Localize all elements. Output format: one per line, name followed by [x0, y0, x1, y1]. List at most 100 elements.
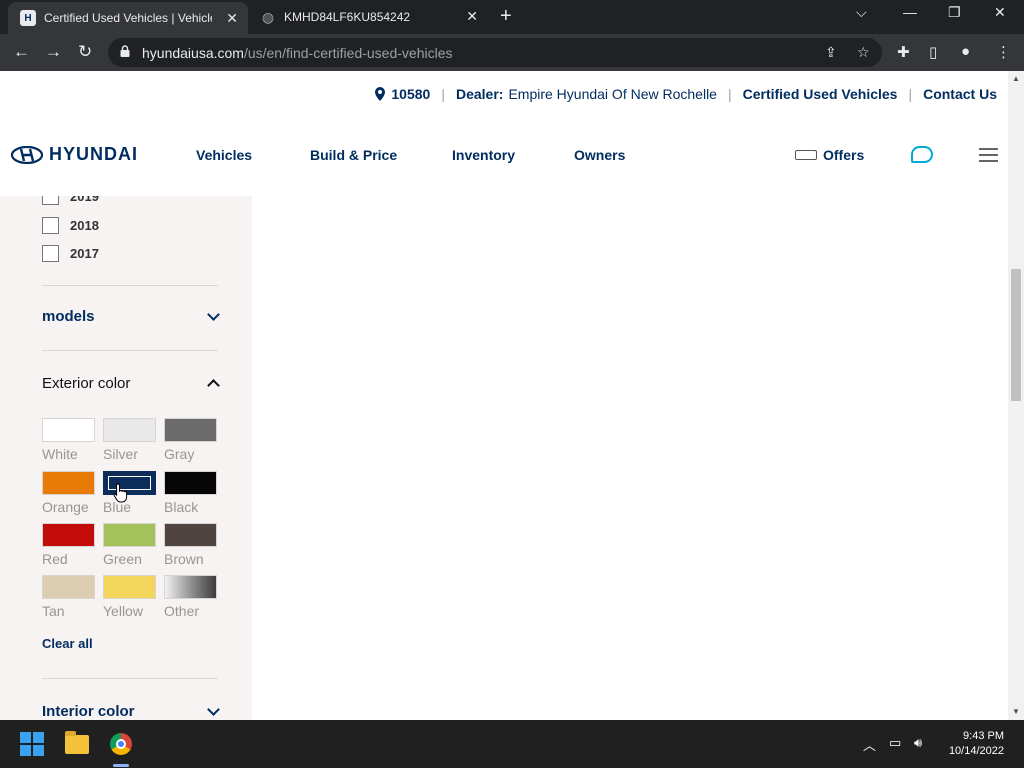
swatch-gray[interactable]: [164, 418, 217, 442]
bookmark-star-icon[interactable]: ☆: [857, 44, 870, 61]
folder-icon: [65, 730, 89, 754]
chevron-down-icon: [207, 702, 220, 716]
side-panel-icon[interactable]: ▯: [929, 43, 937, 61]
scroll-up-arrow-icon[interactable]: ▲: [1012, 74, 1020, 83]
nav-inventory[interactable]: Inventory: [452, 147, 515, 163]
tab-title: KMHD84LF6KU854242: [284, 10, 411, 24]
models-filter-header[interactable]: models: [42, 307, 220, 325]
extensions-icon[interactable]: ✚: [897, 43, 910, 61]
color-label-silver: Silver: [103, 446, 139, 462]
swatch-silver[interactable]: [103, 418, 156, 442]
hyundai-favicon: H: [20, 10, 36, 26]
year-filter-2019[interactable]: 2019: [42, 196, 99, 205]
tab-search-chevron-icon[interactable]: ⌵: [856, 4, 867, 21]
checkbox[interactable]: [42, 217, 59, 234]
color-label-red: Red: [42, 551, 68, 567]
interior-color-header[interactable]: Interior color: [42, 702, 220, 720]
certified-used-vehicles-link[interactable]: Certified Used Vehicles: [743, 86, 898, 102]
new-tab-icon[interactable]: +: [500, 6, 512, 26]
scroll-down-arrow-icon[interactable]: ▼: [1012, 707, 1020, 716]
year-filter-2017[interactable]: 2017: [42, 245, 99, 262]
contact-us-link[interactable]: Contact Us: [923, 86, 997, 102]
divider: [42, 350, 218, 351]
hyundai-logo[interactable]: HYUNDAI: [11, 144, 138, 165]
forward-icon[interactable]: →: [45, 42, 62, 62]
profile-icon[interactable]: ●: [961, 43, 970, 60]
file-explorer-button[interactable]: [61, 728, 93, 760]
system-clock[interactable]: 9:43 PM 10/14/2022: [949, 729, 1004, 759]
volume-icon[interactable]: 🔊︎: [914, 735, 922, 751]
chevron-down-icon: [207, 307, 220, 321]
restore-icon[interactable]: ❐: [948, 4, 961, 21]
color-label-tan: Tan: [42, 603, 65, 619]
swatch-red[interactable]: [42, 523, 95, 547]
dealer-label: Dealer:: [455, 85, 504, 102]
utility-bar: 10580 | Dealer: Empire Hyundai Of New Ro…: [0, 71, 1008, 116]
close-window-icon[interactable]: ✕: [994, 4, 1006, 21]
tab-certified-used-vehicles[interactable]: H Certified Used Vehicles | Vehicle ✕: [8, 2, 248, 34]
nav-owners[interactable]: Owners: [574, 147, 625, 163]
lock-icon: [120, 45, 130, 57]
checkbox[interactable]: [42, 245, 59, 262]
color-label-brown: Brown: [164, 551, 204, 567]
menu-dots-icon[interactable]: ⋮: [996, 43, 1011, 61]
start-button[interactable]: [16, 728, 48, 760]
chrome-taskbar-button[interactable]: [105, 728, 137, 760]
swatch-orange[interactable]: [42, 471, 95, 495]
price-tag-icon: [795, 150, 817, 160]
color-label-black: Black: [164, 499, 199, 515]
nav-build-price[interactable]: Build & Price: [310, 147, 397, 163]
share-icon[interactable]: ⇪: [825, 44, 837, 61]
year-label: 2018: [70, 218, 99, 233]
hyundai-emblem-icon: [11, 145, 43, 164]
swatch-green[interactable]: [103, 523, 156, 547]
offers-link[interactable]: Offers: [795, 147, 864, 163]
active-app-indicator: [113, 764, 129, 767]
clear-all-button[interactable]: Clear all: [42, 636, 93, 651]
filter-sidebar: 2019 2018 2017 models Exterior color Whi…: [0, 196, 252, 720]
color-label-yellow: Yellow: [103, 603, 143, 619]
clock-time: 9:43 PM: [963, 730, 1004, 742]
tab-vin[interactable]: ◍ KMHD84LF6KU854242 ✕: [250, 0, 488, 34]
swatch-black[interactable]: [164, 471, 217, 495]
address-bar[interactable]: hyundaiusa.com/us/en/find-certified-used…: [108, 38, 882, 67]
globe-icon: ◍: [261, 8, 275, 25]
show-hidden-icons-chevron-icon[interactable]: ︿: [863, 735, 876, 754]
close-tab-icon[interactable]: ✕: [466, 8, 478, 25]
url-host: hyundaiusa.com: [142, 45, 244, 61]
swatch-tan[interactable]: [42, 575, 95, 599]
swatch-white[interactable]: [42, 418, 95, 442]
exterior-color-header[interactable]: Exterior color: [42, 375, 220, 392]
hamburger-menu-icon[interactable]: [979, 148, 998, 166]
page-scrollbar[interactable]: ▲ ▼: [1008, 71, 1024, 720]
tab-title: Certified Used Vehicles | Vehicle: [44, 11, 212, 25]
hand-cursor-icon: [113, 483, 128, 503]
location-pin-icon: [375, 86, 386, 101]
swatch-other[interactable]: [164, 575, 217, 599]
year-filter-2018[interactable]: 2018: [42, 217, 99, 234]
close-tab-icon[interactable]: ✕: [226, 10, 238, 27]
minimize-icon[interactable]: —: [903, 4, 917, 20]
dealer-name-link[interactable]: Empire Hyundai Of New Rochelle: [508, 86, 717, 102]
swatch-brown[interactable]: [164, 523, 217, 547]
color-label-green: Green: [103, 551, 142, 567]
exterior-color-title: Exterior color: [42, 375, 131, 392]
color-label-gray: Gray: [164, 446, 195, 462]
zip-code[interactable]: 10580: [391, 86, 430, 102]
clock-date: 10/14/2022: [948, 745, 1004, 757]
scrollbar-thumb[interactable]: [1011, 269, 1021, 401]
main-navigation: HYUNDAI Vehicles Build & Price Inventory…: [0, 116, 1008, 196]
reload-icon[interactable]: ↻: [78, 42, 92, 62]
back-icon[interactable]: ←: [13, 42, 30, 62]
swatch-blue[interactable]: [103, 471, 156, 495]
swatch-yellow[interactable]: [103, 575, 156, 599]
checkbox[interactable]: [42, 196, 59, 205]
color-label-white: White: [42, 446, 78, 462]
network-icon[interactable]: ▭: [889, 735, 901, 751]
nav-vehicles[interactable]: Vehicles: [196, 147, 252, 163]
chat-icon[interactable]: [911, 146, 933, 163]
url-text: hyundaiusa.com/us/en/find-certified-used…: [142, 45, 453, 61]
year-label: 2019: [70, 196, 99, 204]
offers-label: Offers: [823, 147, 865, 163]
models-title: models: [42, 308, 95, 325]
